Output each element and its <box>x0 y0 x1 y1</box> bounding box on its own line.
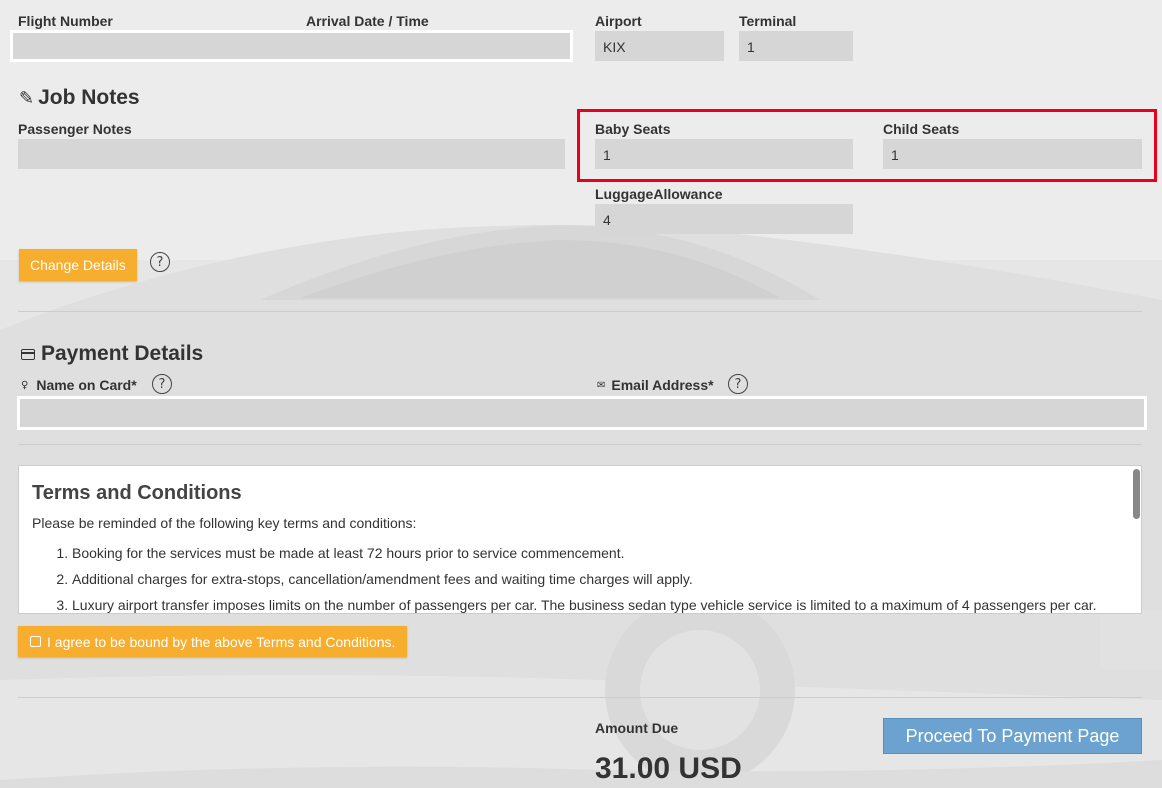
flight-number-input[interactable] <box>10 30 573 62</box>
terminal-label: Terminal <box>739 13 797 29</box>
user-icon: ♀ <box>21 379 29 391</box>
terms-item: Booking for the services must be made at… <box>72 545 1128 561</box>
baby-seats-field[interactable]: 1 <box>595 139 853 169</box>
baby-seats-label: Baby Seats <box>595 121 671 137</box>
child-seats-label: Child Seats <box>883 121 960 137</box>
email-label-group: ✉ Email Address* <box>597 377 714 393</box>
job-notes-heading: ✎ Job Notes <box>19 86 140 110</box>
passenger-notes-label: Passenger Notes <box>18 121 132 137</box>
terms-item: Additional charges for extra-stops, canc… <box>72 571 1128 587</box>
terms-box[interactable]: Terms and Conditions Please be reminded … <box>18 465 1142 614</box>
amount-due-value: 31.00 USD <box>595 752 742 785</box>
terminal-field[interactable]: 1 <box>739 31 853 61</box>
arrival-datetime-label: Arrival Date / Time <box>306 13 429 29</box>
job-notes-title: Job Notes <box>38 86 140 109</box>
name-on-card-label: Name on Card* <box>36 377 137 393</box>
email-address-label: Email Address* <box>611 377 714 393</box>
divider <box>18 444 1142 445</box>
terms-title: Terms and Conditions <box>32 482 242 504</box>
terms-scrollbar[interactable] <box>1133 469 1140 519</box>
edit-icon: ✎ <box>19 87 35 109</box>
question-circle-icon[interactable]: ? <box>152 374 172 394</box>
envelope-icon: ✉ <box>597 379 606 391</box>
flight-number-label: Flight Number <box>18 13 113 29</box>
proceed-to-payment-button[interactable]: Proceed To Payment Page <box>883 718 1142 754</box>
luggage-allowance-field[interactable]: 4 <box>595 204 853 234</box>
airport-label: Airport <box>595 13 642 29</box>
divider <box>18 311 1142 312</box>
divider <box>18 697 1142 698</box>
credit-card-icon <box>21 348 35 360</box>
name-on-card-label-group: ♀ Name on Card* <box>21 377 137 393</box>
child-seats-field[interactable]: 1 <box>883 139 1142 169</box>
agree-terms-text: I agree to be bound by the above Terms a… <box>47 633 396 650</box>
question-circle-icon[interactable]: ? <box>728 374 748 394</box>
airport-field[interactable]: KIX <box>595 31 724 61</box>
passenger-notes-field[interactable] <box>18 139 565 169</box>
booking-form: Flight Number Arrival Date / Time Airpor… <box>0 0 1162 788</box>
payment-details-heading: Payment Details <box>21 342 203 366</box>
question-circle-icon[interactable]: ? <box>150 252 170 272</box>
terms-item: Luxury airport transfer imposes limits o… <box>72 597 1128 613</box>
agree-terms-checkbox-label[interactable]: I agree to be bound by the above Terms a… <box>18 626 408 657</box>
name-on-card-input[interactable] <box>17 396 1147 430</box>
terms-intro: Please be reminded of the following key … <box>32 515 417 531</box>
luggage-allowance-label: LuggageAllowance <box>595 186 723 202</box>
agree-checkbox[interactable] <box>30 636 41 647</box>
change-details-button[interactable]: Change Details <box>19 249 137 281</box>
terms-list: Booking for the services must be made at… <box>32 545 1128 613</box>
amount-due-label: Amount Due <box>595 720 679 736</box>
payment-details-title: Payment Details <box>41 342 204 365</box>
